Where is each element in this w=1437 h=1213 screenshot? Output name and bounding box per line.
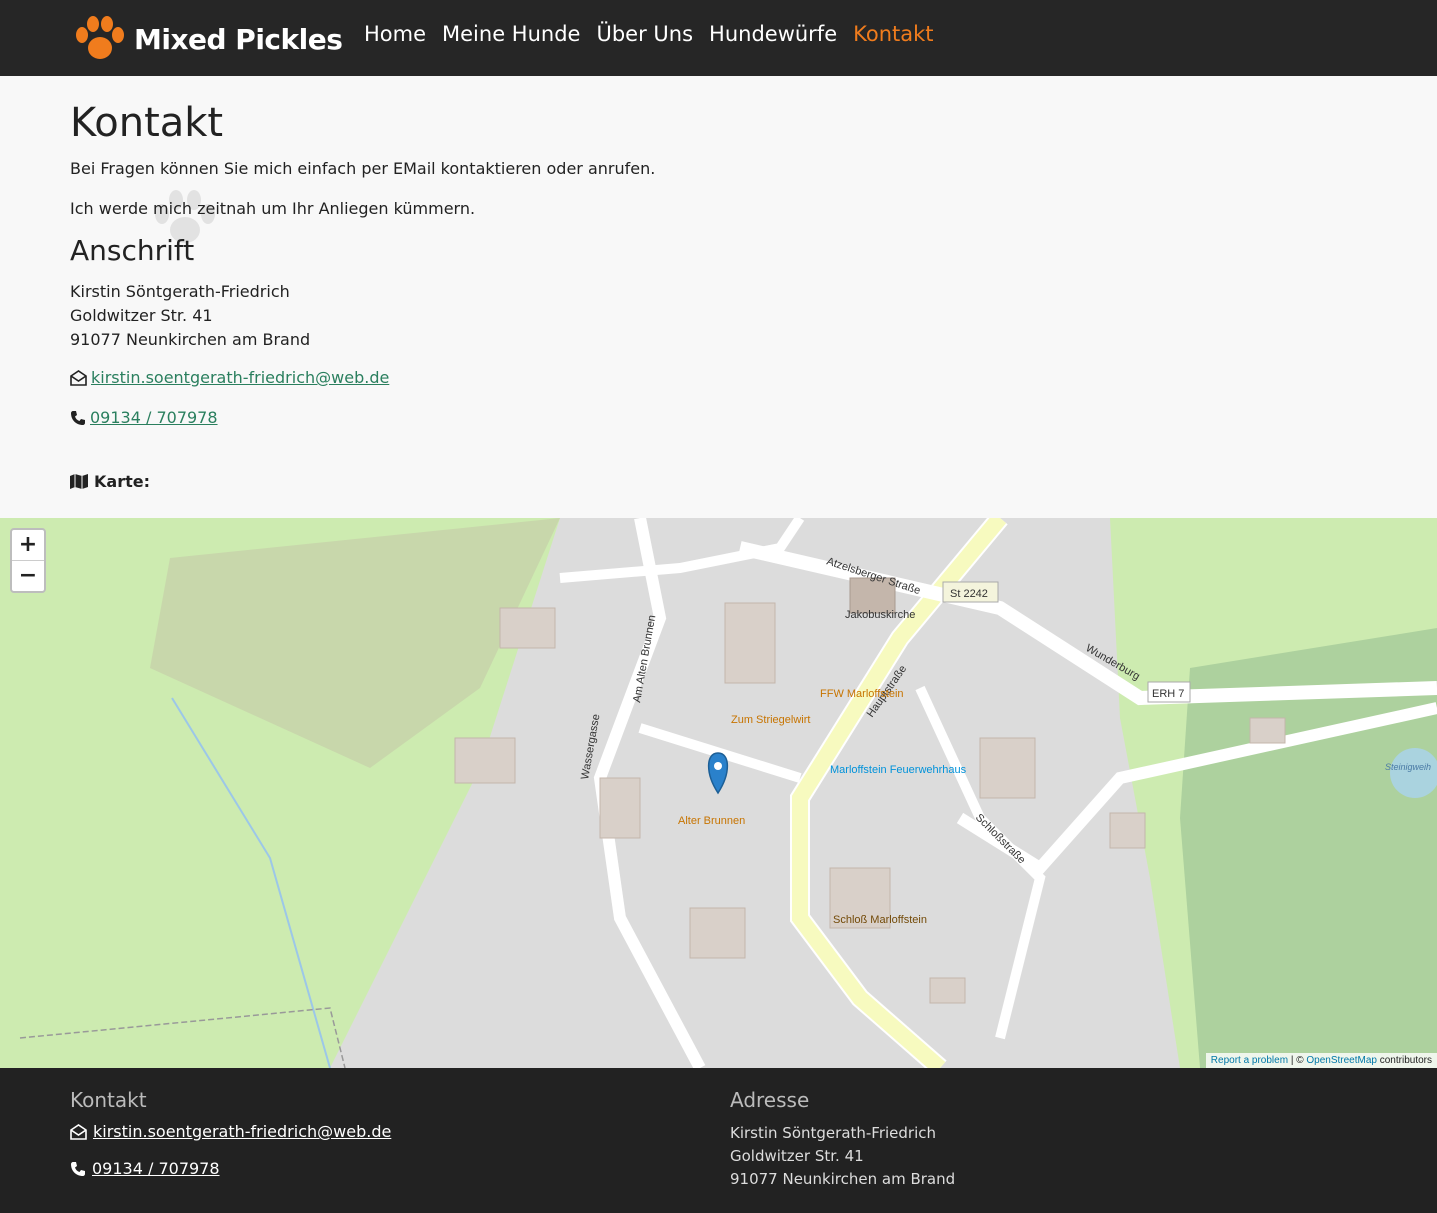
nav-meine-hunde[interactable]: Meine Hunde [442, 22, 580, 46]
map-attribution: Report a problem | © OpenStreetMap contr… [1205, 1053, 1437, 1068]
email-link[interactable]: kirstin.soentgerath-friedrich@web.de [91, 368, 389, 387]
map-tiles[interactable]: Atzelsberger Straße Jakobuskirche St 224… [0, 518, 1437, 1068]
footer-address-block: Kirstin Söntgerath-Friedrich Goldwitzer … [730, 1122, 955, 1191]
map-label-erh7: ERH 7 [1152, 688, 1184, 700]
top-navbar: Mixed Pickles Home Meine Hunde Über Uns … [0, 0, 1437, 76]
attribution-text: contributors [1376, 1055, 1432, 1066]
paw-icon [76, 16, 124, 59]
osm-link[interactable]: OpenStreetMap [1306, 1055, 1377, 1066]
nav-hundewuerfe[interactable]: Hundewürfe [709, 22, 837, 46]
address-street: Goldwitzer Str. 41 [70, 306, 213, 325]
report-problem-link[interactable]: Report a problem [1211, 1055, 1288, 1066]
map-heading: Karte: [70, 472, 150, 491]
address-city: 91077 Neunkirchen am Brand [70, 330, 311, 349]
map-label-schloss: Schloß Marloffstein [833, 914, 927, 926]
map-label-alter-brunnen: Alter Brunnen [678, 815, 745, 827]
page-title: Kontakt [70, 100, 224, 146]
map-label-jakobuskirche: Jakobuskirche [845, 609, 915, 621]
site-footer: Kontakt kirstin.soentgerath-friedrich@we… [0, 1068, 1437, 1213]
map-label-st2242: St 2242 [950, 588, 988, 600]
attribution-separator: | © [1288, 1055, 1307, 1066]
address-heading: Anschrift [70, 234, 195, 267]
footer-address: Adresse Kirstin Söntgerath-Friedrich Gol… [730, 1088, 955, 1191]
email-row: kirstin.soentgerath-friedrich@web.de [70, 368, 389, 387]
zoom-out-button[interactable]: − [12, 560, 44, 591]
map-icon [70, 474, 88, 489]
footer-address-name: Kirstin Söntgerath-Friedrich [730, 1124, 937, 1142]
phone-icon [71, 1161, 85, 1176]
footer-address-heading: Adresse [730, 1088, 810, 1112]
map-label-striegelwirt: Zum Striegelwirt [731, 714, 810, 726]
footer-contact: Kontakt kirstin.soentgerath-friedrich@we… [70, 1088, 391, 1196]
nav-home[interactable]: Home [364, 22, 426, 46]
followup-paragraph: Ich werde mich zeitnah um Ihr Anliegen k… [70, 199, 476, 218]
footer-contact-heading: Kontakt [70, 1088, 147, 1112]
nav-ueber-uns[interactable]: Über Uns [596, 22, 693, 46]
main-nav: Home Meine Hunde Über Uns Hundewürfe Kon… [364, 22, 934, 46]
footer-phone-link[interactable]: 09134 / 707978 [92, 1159, 220, 1178]
footer-phone-row: 09134 / 707978 [70, 1159, 391, 1178]
map-widget[interactable]: Atzelsberger Straße Jakobuskirche St 224… [0, 518, 1437, 1068]
map-label-steinigweih: Steinigweih [1385, 762, 1431, 772]
brand-logo[interactable]: Mixed Pickles [74, 14, 343, 64]
zoom-control: + − [10, 528, 46, 593]
address-name: Kirstin Söntgerath-Friedrich [70, 282, 290, 301]
footer-address-street: Goldwitzer Str. 41 [730, 1147, 864, 1165]
nav-kontakt[interactable]: Kontakt [853, 22, 933, 46]
intro-paragraph: Bei Fragen können Sie mich einfach per E… [70, 159, 656, 178]
brand-name: Mixed Pickles [134, 22, 343, 56]
zoom-in-button[interactable]: + [12, 530, 44, 560]
footer-address-city: 91077 Neunkirchen am Brand [730, 1170, 956, 1188]
envelope-icon [70, 1123, 87, 1140]
footer-email-row: kirstin.soentgerath-friedrich@web.de [70, 1122, 391, 1141]
footer-email-link[interactable]: kirstin.soentgerath-friedrich@web.de [93, 1122, 391, 1141]
map-label-feuerwehrhaus: Marloffstein Feuerwehrhaus [830, 764, 967, 776]
phone-icon [71, 410, 85, 425]
map-label: Karte: [94, 472, 150, 491]
postal-address: Kirstin Söntgerath-Friedrich Goldwitzer … [70, 280, 310, 352]
map-label-ffw: FFW Marloffstein [820, 688, 904, 700]
phone-link[interactable]: 09134 / 707978 [90, 408, 218, 427]
envelope-icon [70, 369, 87, 386]
phone-row: 09134 / 707978 [70, 408, 218, 427]
